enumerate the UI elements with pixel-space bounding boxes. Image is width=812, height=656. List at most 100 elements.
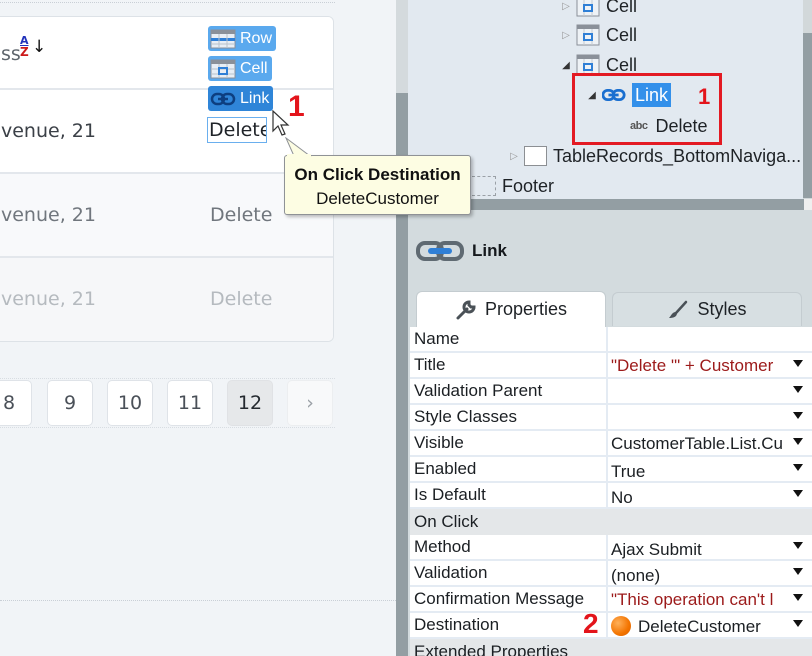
property-value[interactable]: Ajax Submit [611,540,786,560]
divider [606,535,608,559]
dropdown-arrow-icon[interactable] [793,620,803,627]
property-row-name[interactable]: Name [410,327,812,353]
tree-node-cell[interactable]: ▷ Cell [560,0,637,18]
dropdown-arrow-icon[interactable] [793,412,803,419]
property-key: Is Default [414,485,486,504]
address-column-header[interactable]: ss [1,43,21,65]
server-action-icon [611,616,631,636]
dropdown-arrow-icon[interactable] [793,542,803,549]
collapse-icon[interactable]: ◢ [560,60,572,71]
property-grid[interactable]: Name Title "Delete '" + Customer Validat… [410,327,812,656]
dropdown-arrow-icon[interactable] [793,594,803,601]
tab-styles[interactable]: Styles [612,292,802,326]
property-row-confirmation-message[interactable]: Confirmation Message "This operation can… [410,587,812,613]
annotation-number: 1 [288,90,305,123]
table-cell-icon [210,59,236,78]
delete-link[interactable]: Delete [210,204,272,226]
property-key: Name [414,329,460,348]
property-key: Visible [414,433,464,452]
address-cell: venue, 21 [1,204,96,226]
table-row-icon [210,29,236,48]
property-value[interactable]: CustomerTable.List.Cu [611,434,786,454]
property-value-expression[interactable]: "Delete '" + Customer [611,356,786,376]
property-row-visible[interactable]: Visible CustomerTable.List.Cu [410,431,812,457]
divider [606,405,608,429]
selection-badge-link[interactable]: Link [208,86,274,111]
page-button[interactable]: 8 [0,380,32,426]
property-key: Validation Parent [414,381,543,400]
scrollbar-thumb[interactable] [803,33,812,198]
dropdown-arrow-icon[interactable] [793,464,803,471]
sort-az-descending-icon[interactable]: A Z ↓ [20,35,46,65]
dropdown-arrow-icon[interactable] [793,438,803,445]
expand-icon[interactable]: ▷ [560,30,572,41]
design-canvas[interactable]: ss A Z ↓ venue, 21 venue, 21 Delete venue,… [0,0,396,656]
property-row-validation[interactable]: Validation (none) [410,561,812,587]
selection-badge-label: Row [240,29,273,47]
divider [606,379,608,403]
dropdown-arrow-icon[interactable] [793,568,803,575]
delete-link[interactable]: Delete [210,288,272,310]
page-button[interactable]: 11 [167,380,213,426]
next-page-button[interactable]: › [287,380,333,426]
property-value[interactable]: DeleteCustomer [611,616,786,637]
tree-node-placeholder[interactable]: Footer [472,174,554,198]
tree-node-label: Cell [606,24,638,45]
property-row-is-default[interactable]: Is Default No [410,483,812,509]
section-on-click[interactable]: On Click [410,509,812,535]
tooltip-value: DeleteCustomer [316,189,439,208]
property-value[interactable]: No [611,488,786,508]
scrollbar-corner [804,199,812,210]
link-icon [210,92,236,105]
tree-node-label: Cell [606,0,638,16]
divider [0,2,335,3]
tab-label: Styles [697,299,747,319]
page-button-current[interactable]: 12 [227,380,273,426]
tree-vertical-scrollbar[interactable] [803,0,812,200]
tooltip-pointer [285,137,312,157]
table-cell-icon [576,0,600,17]
property-value-expression[interactable]: "This operation can't l [611,590,786,610]
annotation-number: 2 [583,608,599,639]
tab-properties[interactable]: Properties [416,291,606,327]
property-row-validation-parent[interactable]: Validation Parent [410,379,812,405]
selection-badge-label: Link [240,89,270,107]
container-icon [524,146,547,166]
link-icon [416,241,464,261]
properties-title: Link [472,241,507,260]
dropdown-arrow-icon[interactable] [793,386,803,393]
placeholder-icon [472,176,496,196]
expand-icon[interactable]: ▷ [508,151,520,162]
tooltip-title: On Click Destination [294,165,461,184]
tree-node-container[interactable]: ▷ TableRecords_BottomNaviga... [508,144,801,168]
canvas-vertical-scrollbar[interactable] [396,0,408,656]
property-value[interactable]: (none) [611,566,786,586]
property-row-style-classes[interactable]: Style Classes [410,405,812,431]
table-row[interactable]: venue, 21 Delete [0,258,333,341]
dropdown-arrow-icon[interactable] [793,490,803,497]
property-key: Confirmation Message [414,589,585,608]
divider [606,353,608,377]
property-key: Style Classes [414,407,517,426]
dropdown-arrow-icon[interactable] [793,360,803,367]
property-row-method[interactable]: Method Ajax Submit [410,535,812,561]
property-row-enabled[interactable]: Enabled True [410,457,812,483]
property-value[interactable]: True [611,462,786,482]
table-header-row[interactable]: ss A Z ↓ [0,17,333,90]
section-label: On Click [414,512,479,531]
selected-delete-link[interactable]: Delete [207,117,267,143]
property-key: Method [414,537,471,556]
brush-icon [669,300,688,318]
property-row-destination[interactable]: Destination DeleteCustomer 2 [410,609,812,639]
selection-badge-label: Cell [240,59,268,77]
tree-node-cell[interactable]: ▷ Cell [560,23,637,47]
page-button[interactable]: 9 [47,380,93,426]
expand-icon[interactable]: ▷ [560,1,572,12]
service-studio-window: ss A Z ↓ venue, 21 venue, 21 Delete venue,… [0,0,812,656]
page-button[interactable]: 10 [107,380,153,426]
section-extended-properties[interactable]: Extended Properties [410,639,812,656]
selection-badge-row[interactable]: Row [208,26,277,51]
selection-badge-cell[interactable]: Cell [208,56,272,81]
on-click-destination-tooltip: On Click Destination DeleteCustomer [284,155,471,215]
property-row-title[interactable]: Title "Delete '" + Customer [410,353,812,379]
